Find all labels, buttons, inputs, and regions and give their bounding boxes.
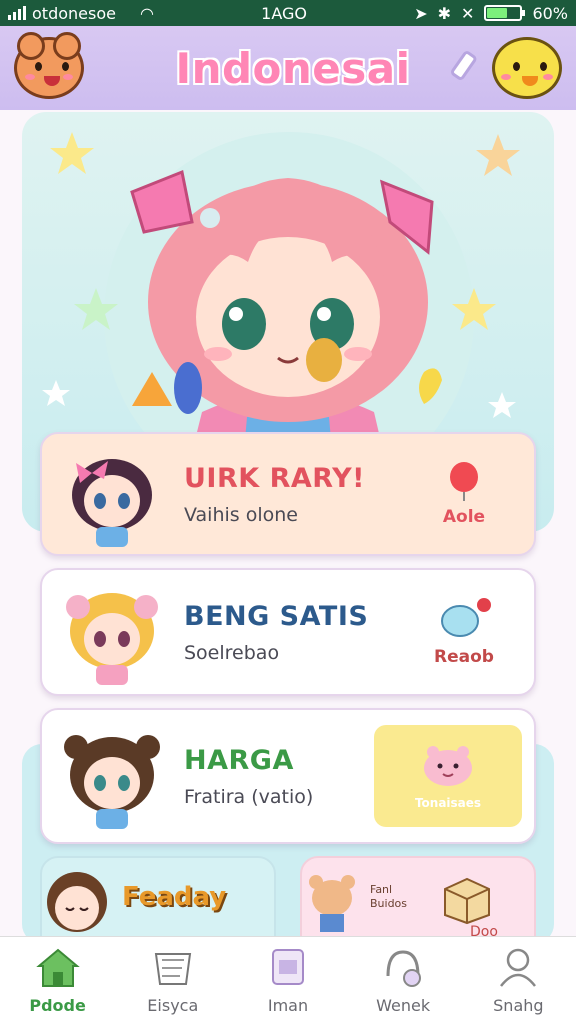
star-icon (452, 288, 496, 330)
headphones-icon (386, 950, 422, 987)
mute-icon: ✕ (461, 3, 475, 23)
status-right: ➤ ✱ ✕ 60% (414, 4, 568, 23)
nav-item-headphones[interactable]: Wenek (348, 946, 458, 1015)
star-icon (50, 132, 94, 174)
tile-title: Feaday (122, 882, 227, 912)
pen-icon[interactable] (442, 48, 482, 88)
card-action-label: Reaob (434, 647, 494, 667)
card-text: HARGA Fratira (vatio) (184, 745, 374, 808)
card-title: HARGA (184, 744, 294, 776)
bear-avatar-icon (309, 875, 355, 932)
feature-tile[interactable]: Fanl Buidos Doo (300, 856, 536, 938)
promo-box[interactable]: Tonaisaes (374, 725, 522, 827)
card-subtitle: Vaihis olone (184, 503, 298, 526)
nav-label: Wenek (376, 996, 431, 1015)
signal-icon (8, 6, 26, 20)
card-action[interactable]: Aole (404, 461, 524, 527)
card-subtitle: Soelrebao (184, 641, 280, 664)
feature-card[interactable]: UIRK RARY! Vaihis olone Aole (40, 432, 536, 556)
carrier-name: otdonesoe (32, 3, 116, 23)
nav-label: Snahg (493, 996, 544, 1015)
book-icon (154, 953, 191, 985)
app-title: Indonesai (175, 43, 411, 93)
pig-icon (424, 746, 472, 786)
star-icon (42, 380, 70, 406)
mic-icon (306, 338, 342, 382)
status-time: 1AGO (261, 3, 307, 23)
nav-item-home[interactable]: Pdode (3, 946, 113, 1015)
star-icon (488, 392, 516, 418)
avatar (47, 872, 107, 932)
number-balloon-icon (174, 362, 202, 414)
triangle-icon (132, 372, 172, 406)
battery-percent: 60% (532, 3, 568, 23)
box-icon (444, 877, 491, 925)
status-bar: otdonesoe ◠ 1AGO ➤ ✱ ✕ 60% (0, 0, 576, 26)
tile-line: Fanl (370, 883, 393, 896)
wifi-icon: ◠ (139, 3, 154, 23)
nav-label: Eisyca (147, 996, 199, 1015)
chat-bubble-icon (441, 598, 491, 637)
profile-icon (500, 948, 537, 987)
status-left: otdonesoe ◠ (8, 4, 154, 23)
location-icon: ➤ (414, 3, 428, 23)
home-icon (35, 948, 80, 987)
card-text: UIRK RARY! Vaihis olone (184, 463, 404, 526)
nav-item-book[interactable]: Eisyca (118, 946, 228, 1015)
feature-card[interactable]: HARGA Fratira (vatio) Tonaisaes (40, 708, 536, 844)
star-icon (476, 134, 520, 176)
nav-item-profile[interactable]: Snahg (463, 946, 573, 1015)
tile-text: Fanl Buidos (370, 883, 407, 911)
star-icon (74, 288, 118, 330)
balloon-icon (450, 462, 478, 501)
card-title: UIRK RARY! (184, 462, 365, 494)
chick-mascot-icon (491, 37, 562, 99)
card-action-label: Aole (442, 507, 486, 527)
app-header: Indonesai (0, 26, 576, 110)
bear-mascot-icon (14, 32, 84, 99)
pin-icon (419, 368, 442, 404)
avatar (66, 593, 158, 685)
nav-item-calendar[interactable]: Iman (233, 946, 343, 1015)
calendar-icon (271, 949, 304, 985)
promo-label: Tonaisaes (414, 796, 482, 810)
card-action[interactable]: Reaob (404, 597, 524, 667)
bottom-nav: Pdode Eisyca Iman Wenek Snahg (0, 936, 576, 1024)
tile-line: Buidos (370, 897, 408, 910)
card-title: BENG SATIS (184, 600, 369, 632)
feature-card[interactable]: BENG SATIS Soelrebao Reaob (40, 568, 536, 696)
nav-label: Pdode (29, 996, 86, 1015)
nav-label: Iman (267, 996, 309, 1015)
battery-icon (484, 5, 526, 21)
avatar (72, 459, 152, 547)
feature-tile[interactable]: Feaday (40, 856, 276, 938)
bluetooth-icon: ✱ (437, 3, 452, 23)
card-text: BENG SATIS Soelrebao (184, 601, 404, 664)
card-subtitle: Fratira (vatio) (184, 785, 314, 808)
avatar (64, 735, 160, 829)
